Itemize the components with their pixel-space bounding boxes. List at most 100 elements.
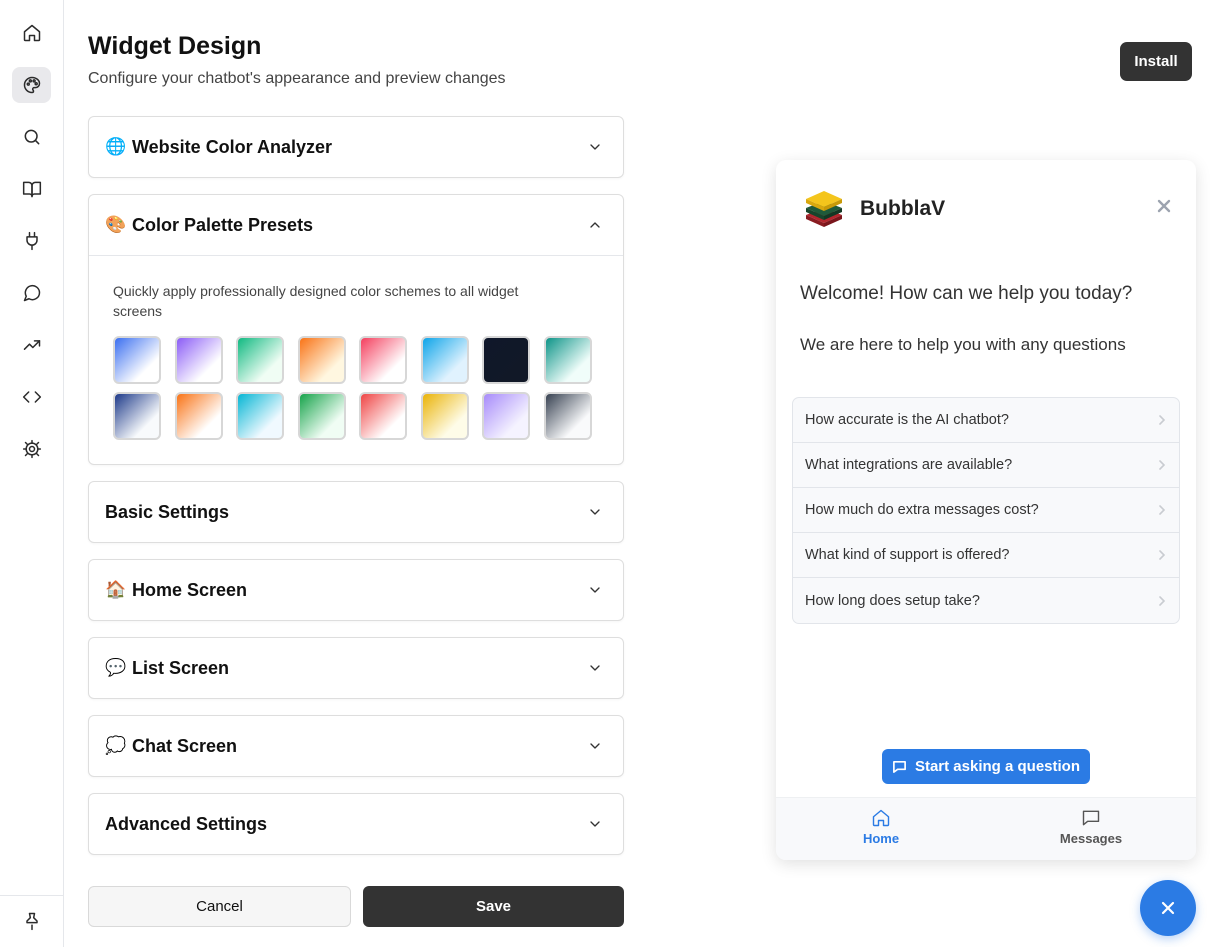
sidebar-item-home[interactable] — [12, 15, 51, 51]
code-icon — [22, 391, 41, 403]
section-title: Chat Screen — [132, 735, 238, 756]
sidebar-item-conversations[interactable] — [12, 275, 51, 311]
palette-icon — [23, 76, 40, 94]
pin-icon — [25, 912, 38, 931]
section-title: Home Screen — [132, 579, 248, 600]
palette-emoji-icon: 🎨 — [105, 215, 127, 234]
faq-item[interactable]: How long does setup take? — [793, 578, 1179, 623]
widget-preview: BubblaV Welcome! How can we help you tod… — [776, 160, 1196, 860]
palette-swatch[interactable] — [543, 392, 592, 440]
section-basic-settings: Basic Settings — [88, 481, 624, 543]
chevron-right-icon — [1159, 595, 1166, 606]
sidebar-item-embed[interactable] — [12, 379, 51, 415]
faq-list: How accurate is the AI chatbot? What int… — [792, 397, 1180, 624]
palette-swatch[interactable] — [359, 392, 407, 440]
install-button[interactable]: Install — [1120, 42, 1192, 81]
widget-close-button[interactable] — [1154, 196, 1174, 216]
close-icon — [1157, 199, 1171, 213]
section-title: Color Palette Presets — [132, 214, 314, 235]
palette-swatch[interactable] — [236, 392, 284, 440]
page-subtitle: Configure your chatbot's appearance and … — [88, 70, 506, 87]
chevron-down-icon — [590, 743, 600, 749]
tab-home[interactable]: Home — [831, 808, 931, 846]
bubblav-logo-icon — [806, 191, 842, 227]
chevron-right-icon — [1159, 415, 1166, 425]
sidebar-item-settings[interactable] — [12, 431, 51, 467]
palette-swatch[interactable] — [482, 392, 530, 440]
section-title: List Screen — [132, 657, 230, 678]
section-home-screen: 🏠 Home Screen — [88, 559, 624, 621]
palette-swatch[interactable] — [543, 336, 592, 384]
chevron-down-icon — [590, 821, 600, 827]
palette-swatch-grid — [113, 336, 599, 440]
save-button[interactable]: Save — [363, 886, 624, 927]
palette-swatch[interactable] — [420, 392, 469, 440]
settings-icon — [22, 439, 41, 459]
speech-balloon-icon: 💬 — [105, 658, 127, 677]
chevron-down-icon — [590, 509, 600, 515]
palette-swatch[interactable] — [297, 392, 346, 440]
start-question-button[interactable]: Start asking a question — [882, 749, 1090, 784]
section-chat-screen: 💭 Chat Screen — [88, 715, 624, 777]
palette-swatch[interactable] — [482, 336, 530, 384]
section-color-palette-presets: 🎨 Color Palette Presets Quickly apply pr… — [88, 194, 624, 465]
section-header[interactable]: 💭 Chat Screen — [89, 716, 623, 776]
chevron-right-icon — [1159, 505, 1166, 515]
section-header[interactable]: Advanced Settings — [89, 794, 623, 854]
palette-swatch[interactable] — [236, 336, 284, 384]
chevron-down-icon — [590, 587, 600, 593]
home-icon — [872, 809, 890, 827]
section-website-color-analyzer: 🌐 Website Color Analyzer — [88, 116, 624, 178]
sidebar — [0, 0, 64, 947]
thought-balloon-icon: 💭 — [105, 736, 127, 755]
palette-swatch[interactable] — [174, 336, 223, 384]
faq-item[interactable]: What kind of support is offered? — [793, 533, 1179, 578]
sidebar-pin-button[interactable] — [12, 903, 51, 939]
widget-launcher-button[interactable] — [1140, 880, 1196, 936]
section-header[interactable]: Basic Settings — [89, 482, 623, 542]
sidebar-item-analytics[interactable] — [12, 327, 51, 363]
palette-swatch[interactable] — [174, 392, 223, 440]
section-body: Quickly apply professionally designed co… — [89, 255, 623, 464]
section-title: Basic Settings — [105, 501, 230, 522]
book-icon — [22, 181, 41, 198]
tab-home-label: Home — [862, 831, 900, 846]
palette-swatch[interactable] — [420, 336, 469, 384]
cancel-button[interactable]: Cancel — [88, 886, 351, 927]
faq-item[interactable]: What integrations are available? — [793, 443, 1179, 488]
message-square-icon — [893, 760, 906, 773]
house-icon: 🏠 — [105, 580, 127, 599]
bot-name: BubblaV — [860, 197, 946, 220]
sidebar-divider — [0, 895, 64, 896]
palette-swatch[interactable] — [113, 392, 161, 440]
tab-messages-label: Messages — [1059, 831, 1123, 846]
palette-swatch[interactable] — [359, 336, 407, 384]
section-list-screen: 💬 List Screen — [88, 637, 624, 699]
page-title: Widget Design — [88, 32, 262, 60]
chevron-right-icon — [1159, 550, 1166, 560]
sidebar-item-widget-design[interactable] — [12, 67, 51, 103]
message-square-icon — [1082, 810, 1100, 826]
sidebar-item-knowledge[interactable] — [12, 171, 51, 207]
search-icon — [24, 129, 39, 145]
palette-swatch[interactable] — [113, 336, 161, 384]
globe-icon: 🌐 — [105, 137, 127, 156]
faq-item[interactable]: How accurate is the AI chatbot? — [793, 398, 1179, 443]
faq-item[interactable]: How much do extra messages cost? — [793, 488, 1179, 533]
close-icon — [1161, 901, 1175, 915]
tab-messages[interactable]: Messages — [1041, 808, 1141, 846]
section-header[interactable]: 🌐 Website Color Analyzer — [89, 117, 623, 177]
palette-swatch[interactable] — [297, 336, 346, 384]
section-title: Website Color Analyzer — [132, 136, 333, 157]
section-title: Advanced Settings — [105, 813, 268, 834]
sidebar-item-integrations[interactable] — [12, 223, 51, 259]
chevron-down-icon — [590, 144, 600, 150]
section-header[interactable]: 💬 List Screen — [89, 638, 623, 698]
section-header[interactable]: 🏠 Home Screen — [89, 560, 623, 620]
chevron-up-icon — [590, 222, 600, 228]
palette-description: Quickly apply professionally designed co… — [113, 283, 519, 319]
section-header[interactable]: 🎨 Color Palette Presets — [89, 195, 623, 255]
sidebar-item-search[interactable] — [12, 119, 51, 155]
trending-up-icon — [23, 340, 40, 350]
home-icon — [23, 24, 40, 42]
